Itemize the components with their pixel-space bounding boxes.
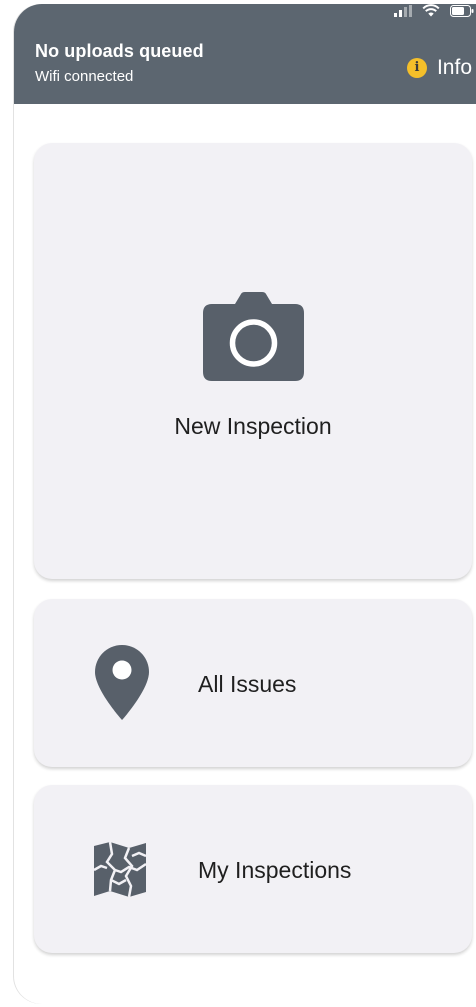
info-button[interactable]: i Info xyxy=(406,56,472,80)
map-icon xyxy=(93,841,147,898)
all-issues-label: All Issues xyxy=(198,671,297,697)
status-bar xyxy=(394,4,474,17)
phone-frame: No uploads queued Wifi connected i Info … xyxy=(14,4,476,1004)
info-label: Info xyxy=(436,56,472,79)
map-pin-icon xyxy=(95,645,149,720)
wifi-icon xyxy=(422,4,440,17)
new-inspection-label: New Inspection xyxy=(174,413,332,439)
info-icon: i xyxy=(406,58,427,78)
my-inspections-label: My Inspections xyxy=(198,857,352,883)
all-issues-card[interactable]: All Issues xyxy=(34,599,472,767)
battery-icon xyxy=(450,4,474,17)
app-screen: No uploads queued Wifi connected i Info … xyxy=(0,0,476,1007)
connection-header: No uploads queued Wifi connected i Info xyxy=(14,4,476,104)
connection-status: Wifi connected xyxy=(35,68,134,85)
my-inspections-card[interactable]: My Inspections xyxy=(34,785,472,953)
signal-icon xyxy=(394,4,412,17)
new-inspection-card[interactable]: New Inspection xyxy=(34,143,472,579)
upload-status-title: No uploads queued xyxy=(35,41,204,61)
camera-icon xyxy=(203,292,304,381)
